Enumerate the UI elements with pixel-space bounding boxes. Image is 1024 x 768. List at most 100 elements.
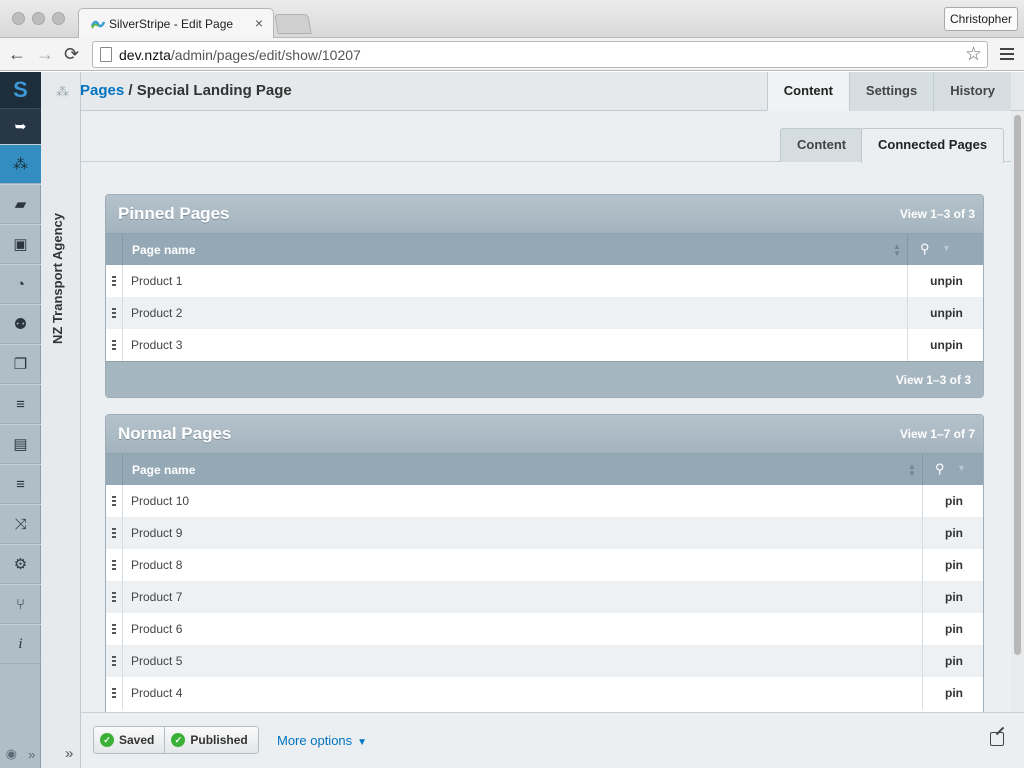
usb-icon[interactable]: ⑂ bbox=[0, 584, 41, 624]
edit-preview-icon[interactable] bbox=[990, 732, 1004, 746]
close-window-button[interactable] bbox=[12, 12, 25, 25]
more-options-label: More options bbox=[277, 733, 353, 748]
boxes-icon[interactable]: ❐ bbox=[0, 344, 41, 384]
database2-icon[interactable]: ≡ bbox=[0, 464, 41, 504]
browser-tab[interactable]: SilverStripe - Edit Page × bbox=[78, 8, 274, 39]
edit-form-content: Content Connected Pages Pinned Pages Vie… bbox=[81, 111, 1011, 712]
gears-icon[interactable]: ⚙ bbox=[0, 544, 41, 584]
pin-button[interactable]: pin bbox=[922, 581, 983, 613]
grid-title-bar: Normal Pages View 1–7 of 7 bbox=[106, 415, 983, 453]
drag-handle-icon[interactable] bbox=[112, 560, 116, 570]
row-divider bbox=[122, 265, 123, 297]
drag-handle-icon[interactable] bbox=[112, 308, 116, 318]
reload-icon[interactable]: ⟳ bbox=[64, 44, 79, 64]
table-row: Product 3 unpin bbox=[106, 329, 983, 361]
page-name-cell: Product 10 bbox=[131, 494, 190, 508]
content-scrollbar[interactable] bbox=[1011, 111, 1024, 712]
published-button[interactable]: ✓ Published bbox=[164, 727, 257, 753]
close-tab-icon[interactable]: × bbox=[255, 15, 263, 31]
info-icon[interactable]: i bbox=[0, 624, 41, 664]
sitetree-icon[interactable]: ⁂ bbox=[0, 144, 41, 184]
piechart-icon[interactable]: ◔ bbox=[0, 264, 41, 304]
page-icon bbox=[100, 47, 112, 62]
image-icon[interactable]: ▣ bbox=[0, 224, 41, 264]
grid-footer-count: View 1–3 of 3 bbox=[895, 373, 971, 387]
drag-handle-icon[interactable] bbox=[112, 496, 116, 506]
zoom-window-button[interactable] bbox=[52, 12, 65, 25]
collapse-menu-icon[interactable]: » bbox=[28, 747, 35, 762]
breadcrumb-pages-link[interactable]: Pages bbox=[80, 82, 124, 99]
pin-button[interactable]: pin bbox=[922, 549, 983, 581]
expand-panel-icon[interactable]: » bbox=[65, 745, 73, 762]
table-row: Product 4 pin bbox=[106, 677, 983, 709]
user-profile-button[interactable]: Christopher bbox=[944, 7, 1018, 31]
logout-icon[interactable]: ➥ bbox=[0, 108, 41, 144]
site-tree-panel[interactable]: NZ Transport Agency » bbox=[41, 72, 81, 768]
pin-button[interactable]: pin bbox=[922, 677, 983, 709]
check-icon: ✓ bbox=[171, 733, 186, 747]
url-text: dev.nzta/admin/pages/edit/show/10207 bbox=[119, 47, 361, 63]
drag-handle-icon[interactable] bbox=[112, 656, 116, 666]
browser-tab-title: SilverStripe - Edit Page bbox=[109, 17, 234, 31]
pin-button[interactable]: pin bbox=[922, 517, 983, 549]
grid-header-row: Page name ▲ ▼ ⚲ ▼ bbox=[106, 233, 983, 266]
table-row: Product 1 unpin bbox=[106, 265, 983, 297]
subtab-connected-pages[interactable]: Connected Pages bbox=[861, 128, 1005, 163]
unpin-button[interactable]: unpin bbox=[907, 329, 983, 361]
drag-handle-icon[interactable] bbox=[112, 688, 116, 698]
drag-handle-icon[interactable] bbox=[112, 528, 116, 538]
tab-history[interactable]: History bbox=[933, 72, 1011, 111]
forward-icon[interactable]: → bbox=[36, 44, 54, 64]
row-divider bbox=[122, 329, 123, 361]
scrollbar-thumb[interactable] bbox=[1014, 115, 1021, 655]
search-icon[interactable]: ⚲ bbox=[935, 461, 945, 477]
page-name-cell: Product 3 bbox=[131, 338, 183, 352]
subtab-content[interactable]: Content bbox=[780, 128, 864, 162]
page-name-cell: Product 5 bbox=[131, 654, 183, 668]
comments-icon[interactable]: ▰ bbox=[0, 184, 41, 224]
grid-title-bar: Pinned Pages View 1–3 of 3 bbox=[106, 195, 983, 233]
page-name-cell: Product 7 bbox=[131, 590, 183, 604]
grid-search-toggle[interactable]: ⚲ ▼ bbox=[922, 454, 983, 486]
pin-button[interactable]: pin bbox=[922, 645, 983, 677]
chevron-down-icon[interactable]: ▼ bbox=[942, 243, 951, 253]
tab-settings[interactable]: Settings bbox=[848, 72, 934, 111]
address-bar[interactable]: dev.nzta/admin/pages/edit/show/10207 ☆ bbox=[92, 41, 988, 68]
chevron-down-icon[interactable]: ▼ bbox=[957, 463, 966, 473]
database-icon[interactable]: ≡ bbox=[0, 384, 41, 424]
help-icon[interactable]: ◉ bbox=[6, 746, 17, 762]
search-icon[interactable]: ⚲ bbox=[920, 241, 930, 257]
pin-button[interactable]: pin bbox=[922, 613, 983, 645]
drag-handle-icon[interactable] bbox=[112, 624, 116, 634]
silverstripe-logo-icon[interactable]: S bbox=[0, 72, 41, 108]
drag-handle-icon[interactable] bbox=[112, 592, 116, 602]
unpin-button[interactable]: unpin bbox=[907, 265, 983, 297]
more-options-link[interactable]: More options ▼ bbox=[277, 733, 367, 748]
drag-handle-column bbox=[106, 234, 123, 266]
new-tab-button[interactable] bbox=[274, 14, 312, 34]
grid-pagination-count: View 1–7 of 7 bbox=[899, 427, 975, 441]
clipboard-icon[interactable]: ▤ bbox=[0, 424, 41, 464]
page-name-cell: Product 2 bbox=[131, 306, 183, 320]
drag-handle-icon[interactable] bbox=[112, 276, 116, 286]
back-icon[interactable]: ← bbox=[8, 44, 26, 64]
published-label: Published bbox=[190, 733, 248, 747]
drag-handle-icon[interactable] bbox=[112, 340, 116, 350]
pin-button[interactable]: pin bbox=[922, 485, 983, 517]
sort-icon[interactable]: ▲ ▼ bbox=[893, 243, 901, 258]
sort-icon[interactable]: ▲ ▼ bbox=[908, 463, 916, 478]
grid-title: Normal Pages bbox=[118, 424, 232, 443]
column-header-page-name[interactable]: Page name bbox=[132, 463, 195, 477]
unpin-button[interactable]: unpin bbox=[907, 297, 983, 329]
users-icon[interactable]: ⚉ bbox=[0, 304, 41, 344]
sitetree-breadcrumb-icon: ⁂ bbox=[56, 84, 69, 99]
saved-button[interactable]: ✓ Saved bbox=[94, 727, 164, 753]
column-header-page-name[interactable]: Page name bbox=[132, 243, 195, 257]
shuffle-icon[interactable]: ⤨ bbox=[0, 504, 41, 544]
table-row: Product 10 pin bbox=[106, 485, 983, 517]
grid-search-toggle[interactable]: ⚲ ▼ bbox=[907, 234, 983, 266]
tab-content[interactable]: Content bbox=[766, 72, 849, 111]
browser-menu-icon[interactable] bbox=[1000, 48, 1014, 63]
bookmark-star-icon[interactable]: ☆ bbox=[965, 43, 982, 66]
minimize-window-button[interactable] bbox=[32, 12, 45, 25]
